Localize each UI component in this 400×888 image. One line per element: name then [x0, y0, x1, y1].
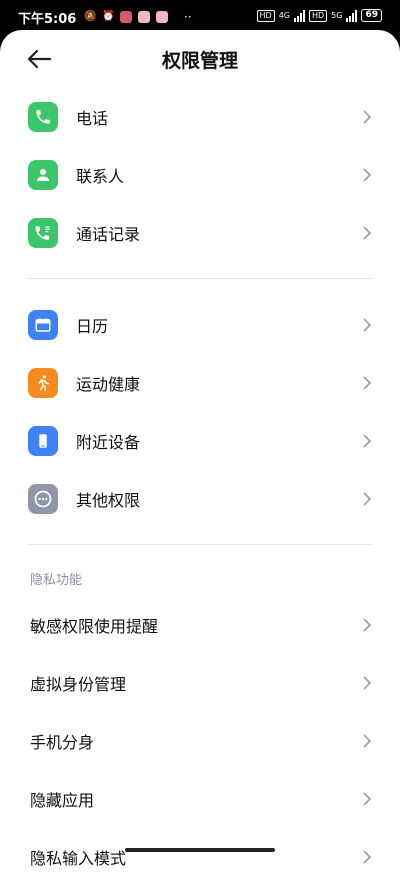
permission-label: 其他权限 — [76, 491, 141, 510]
mute-icon: 🔕 — [84, 11, 97, 22]
home-indicator[interactable] — [125, 848, 275, 852]
call-log-icon — [28, 218, 58, 248]
chevron-right-icon — [363, 734, 372, 748]
hd-badge: HD — [256, 9, 275, 22]
main-panel: 权限管理 电话 联系人 通话记录 日历 运动健康 附近设备 其他权限 隐私功能 … — [0, 30, 400, 888]
phone-icon — [28, 102, 58, 132]
divider — [28, 278, 372, 279]
status-time: 下午5:06 — [18, 12, 77, 27]
permission-item-other[interactable]: 其他权限 — [0, 470, 400, 528]
permission-label: 通话记录 — [76, 225, 141, 244]
app-notification-icon — [156, 11, 168, 23]
status-right-icons: HD 4G HD 5G 69 — [256, 9, 382, 22]
privacy-label: 敏感权限使用提醒 — [30, 617, 159, 636]
chevron-right-icon — [363, 792, 372, 806]
chevron-right-icon — [363, 376, 372, 390]
chevron-right-icon — [363, 226, 372, 240]
section-title: 隐私功能 — [30, 573, 83, 588]
privacy-label: 隐藏应用 — [30, 791, 95, 810]
signal-icon — [293, 9, 305, 22]
hd-badge: HD — [308, 9, 328, 22]
privacy-item[interactable]: 隐私输入模式 — [0, 828, 400, 886]
chevron-right-icon — [363, 434, 372, 448]
chevron-right-icon — [363, 110, 372, 124]
permission-item-calendar[interactable]: 日历 — [0, 296, 400, 354]
privacy-item[interactable]: 虚拟身份管理 — [0, 654, 400, 712]
alarm-icon: ⏰ — [102, 11, 115, 22]
privacy-item[interactable]: 敏感权限使用提醒 — [0, 596, 400, 654]
privacy-label: 隐私输入模式 — [30, 849, 127, 868]
permission-label: 附近设备 — [76, 433, 141, 452]
device-icon — [28, 426, 58, 456]
battery-indicator: 69 — [361, 9, 382, 22]
privacy-item[interactable]: 手机分身 — [0, 712, 400, 770]
header: 权限管理 — [0, 30, 400, 90]
network-type: 4G — [278, 11, 290, 20]
running-icon — [28, 368, 58, 398]
permission-item-contacts[interactable]: 联系人 — [0, 146, 400, 204]
signal-icon — [346, 9, 358, 22]
privacy-label: 手机分身 — [30, 733, 95, 752]
chevron-right-icon — [363, 618, 372, 632]
calendar-icon — [28, 310, 58, 340]
permission-label: 运动健康 — [76, 375, 141, 394]
permission-item-nearby-devices[interactable]: 附近设备 — [0, 412, 400, 470]
contact-icon — [28, 160, 58, 190]
app-notification-icon — [120, 11, 132, 23]
more-notifications-icon: ·· — [184, 10, 192, 24]
app-notification-icon — [138, 11, 150, 23]
chevron-right-icon — [363, 492, 372, 506]
more-icon — [28, 484, 58, 514]
status-left-icons: 🔕 ⏰ ·· — [84, 10, 192, 24]
permission-label: 电话 — [76, 109, 109, 128]
chevron-right-icon — [363, 850, 372, 864]
permission-item-phone[interactable]: 电话 — [0, 88, 400, 146]
privacy-label: 虚拟身份管理 — [30, 675, 127, 694]
network-type: 5G — [331, 11, 343, 20]
chevron-right-icon — [363, 318, 372, 332]
page-title: 权限管理 — [161, 50, 238, 72]
permission-item-call-log[interactable]: 通话记录 — [0, 204, 400, 262]
privacy-item[interactable]: 隐藏应用 — [0, 770, 400, 828]
permission-label: 联系人 — [76, 167, 125, 186]
chevron-right-icon — [363, 676, 372, 690]
divider — [28, 544, 372, 545]
chevron-right-icon — [363, 168, 372, 182]
permission-item-health[interactable]: 运动健康 — [0, 354, 400, 412]
permission-label: 日历 — [76, 317, 109, 336]
